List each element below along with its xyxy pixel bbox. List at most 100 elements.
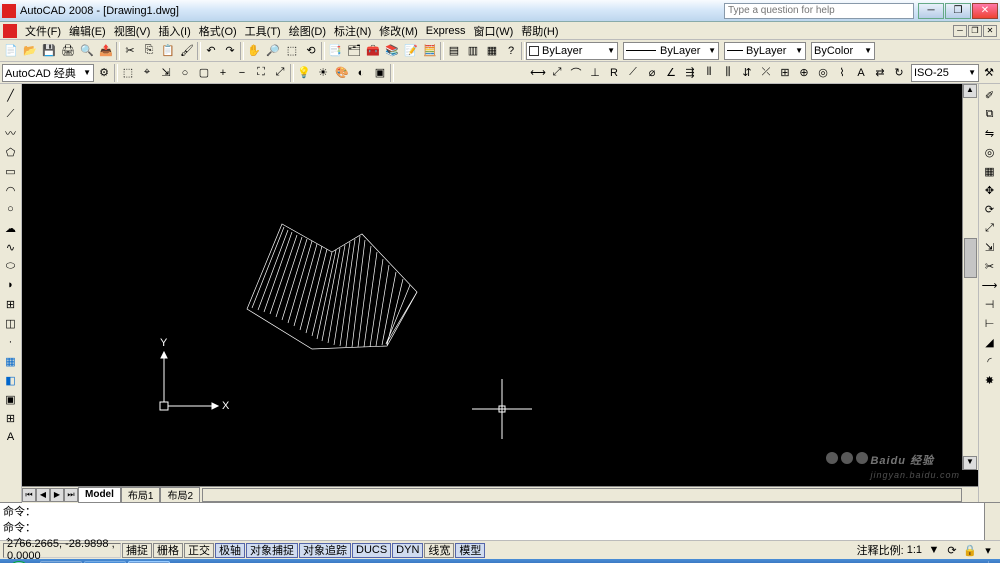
menu-help[interactable]: 帮助(H): [517, 23, 562, 39]
gradient-tool[interactable]: ◧: [2, 371, 20, 389]
dimtedit-button[interactable]: ⇄: [871, 64, 889, 82]
ducs-toggle[interactable]: DUCS: [352, 543, 391, 558]
new-button[interactable]: 📄: [2, 42, 20, 60]
save-button[interactable]: 💾: [40, 42, 58, 60]
spline-tool[interactable]: ∿: [2, 238, 20, 256]
dim-ord-button[interactable]: ⊥: [586, 64, 604, 82]
zoom-all-button[interactable]: ⛶: [252, 64, 270, 82]
mdi-minimize-button[interactable]: ─: [953, 25, 967, 37]
polar-toggle[interactable]: 极轴: [215, 543, 245, 558]
material-button[interactable]: 🎨: [333, 64, 351, 82]
dim-cont-button[interactable]: ⫼: [719, 64, 737, 82]
region-tool[interactable]: ▣: [2, 390, 20, 408]
pan-button[interactable]: ✋: [245, 42, 263, 60]
menu-insert[interactable]: 插入(I): [154, 23, 194, 39]
paste-button[interactable]: 📋: [159, 42, 177, 60]
markup-button[interactable]: 📝: [402, 42, 420, 60]
rect-tool[interactable]: ▭: [2, 162, 20, 180]
ellipsearc-tool[interactable]: ◗: [2, 276, 20, 294]
dim-jogline-button[interactable]: ⌇: [833, 64, 851, 82]
annoauto-button[interactable]: 🔒: [961, 541, 979, 559]
polygon-tool[interactable]: ⬠: [2, 143, 20, 161]
tab-layout2[interactable]: 布局2: [160, 487, 200, 503]
dimstyle-button[interactable]: ⚒: [980, 64, 998, 82]
menu-view[interactable]: 视图(V): [110, 23, 155, 39]
scroll-thumb[interactable]: [964, 238, 977, 278]
menu-draw[interactable]: 绘图(D): [285, 23, 330, 39]
dimupdate-button[interactable]: ↻: [890, 64, 908, 82]
insert-tool[interactable]: ⊞: [2, 295, 20, 313]
tab-next-button[interactable]: ▶: [50, 488, 64, 502]
ssm-button[interactable]: 📚: [383, 42, 401, 60]
zoom-ext-button[interactable]: ⤢: [271, 64, 289, 82]
dim-base-button[interactable]: ⫴: [700, 64, 718, 82]
centermark-button[interactable]: ⊕: [795, 64, 813, 82]
fillet-tool[interactable]: ◜: [981, 352, 999, 370]
plotstyle-dropdown[interactable]: ByColor ▼: [811, 42, 875, 60]
xline-tool[interactable]: ⟋: [2, 105, 20, 123]
mdi-close-button[interactable]: ✕: [983, 25, 997, 37]
erase-tool[interactable]: ✐: [981, 86, 999, 104]
move-tool[interactable]: ✥: [981, 181, 999, 199]
zoom-obj-button[interactable]: ▢: [195, 64, 213, 82]
statusmenu-button[interactable]: ▾: [979, 541, 997, 559]
dim-space-button[interactable]: ⇵: [738, 64, 756, 82]
command-prompt[interactable]: 命令：: [0, 535, 984, 540]
dim-aligned-button[interactable]: ⤢: [548, 64, 566, 82]
zoom-out-button[interactable]: −: [233, 64, 251, 82]
trim-tool[interactable]: ✂: [981, 257, 999, 275]
annoscale-button[interactable]: ▼: [925, 541, 943, 559]
pline-tool[interactable]: 〰: [2, 124, 20, 142]
lwt-toggle[interactable]: 线宽: [424, 543, 454, 558]
plot-button[interactable]: 🖨: [59, 42, 77, 60]
tab-first-button[interactable]: ⏮: [22, 488, 36, 502]
line-tool[interactable]: ╱: [2, 86, 20, 104]
offset-tool[interactable]: ◎: [981, 143, 999, 161]
snap-toggle[interactable]: 捕捉: [122, 543, 152, 558]
minimize-button[interactable]: ─: [918, 3, 944, 19]
coordinate-display[interactable]: 2766.2665, -28.9898 , 0.0000: [3, 543, 121, 558]
break-tool[interactable]: ⊣: [981, 295, 999, 313]
menu-format[interactable]: 格式(O): [195, 23, 241, 39]
layer-b-button[interactable]: ▥: [464, 42, 482, 60]
scroll-down-button[interactable]: ▼: [963, 456, 977, 470]
dim-break-button[interactable]: ⤫: [757, 64, 775, 82]
help-search-input[interactable]: [724, 3, 914, 19]
mtext-tool[interactable]: A: [2, 428, 20, 446]
publish-button[interactable]: 📤: [97, 42, 115, 60]
cut-button[interactable]: ✂: [121, 42, 139, 60]
zoom-prev-button[interactable]: ⟲: [302, 42, 320, 60]
color-dropdown[interactable]: ByLayer ▼: [526, 42, 618, 60]
dimedit-button[interactable]: A: [852, 64, 870, 82]
revcloud-tool[interactable]: ☁: [2, 219, 20, 237]
zoom-win-button[interactable]: ⬚: [283, 42, 301, 60]
arc-tool[interactable]: ◠: [2, 181, 20, 199]
calc-button[interactable]: 🧮: [421, 42, 439, 60]
tolerance-button[interactable]: ⊞: [776, 64, 794, 82]
scale-tool[interactable]: ⤢: [981, 219, 999, 237]
undo-button[interactable]: ↶: [202, 42, 220, 60]
point-tool[interactable]: ·: [2, 333, 20, 351]
mdi-restore-button[interactable]: ❐: [968, 25, 982, 37]
zoom-center-button[interactable]: ○: [176, 64, 194, 82]
block-tool[interactable]: ◫: [2, 314, 20, 332]
menu-tools[interactable]: 工具(T): [241, 23, 285, 39]
ws-settings-button[interactable]: ⚙: [95, 64, 113, 82]
match-button[interactable]: 🖌: [178, 42, 196, 60]
render-button[interactable]: ◐: [352, 64, 370, 82]
dim-quick-button[interactable]: ⇶: [681, 64, 699, 82]
otrack-toggle[interactable]: 对象追踪: [299, 543, 351, 558]
circle-tool[interactable]: ○: [2, 200, 20, 218]
tpalette-button[interactable]: 🧰: [364, 42, 382, 60]
lineweight-dropdown[interactable]: ByLayer ▼: [724, 42, 806, 60]
dim-dia-button[interactable]: ⌀: [643, 64, 661, 82]
redo-button[interactable]: ↷: [221, 42, 239, 60]
start-button[interactable]: [0, 559, 38, 563]
copy-tool[interactable]: ⧉: [981, 105, 999, 123]
maximize-button[interactable]: ❐: [945, 3, 971, 19]
model-toggle[interactable]: 模型: [455, 543, 485, 558]
chamfer-tool[interactable]: ◢: [981, 333, 999, 351]
dimstyle-dropdown[interactable]: ISO-25 ▼: [911, 64, 979, 82]
tab-last-button[interactable]: ⏭: [64, 488, 78, 502]
array-tool[interactable]: ▦: [981, 162, 999, 180]
